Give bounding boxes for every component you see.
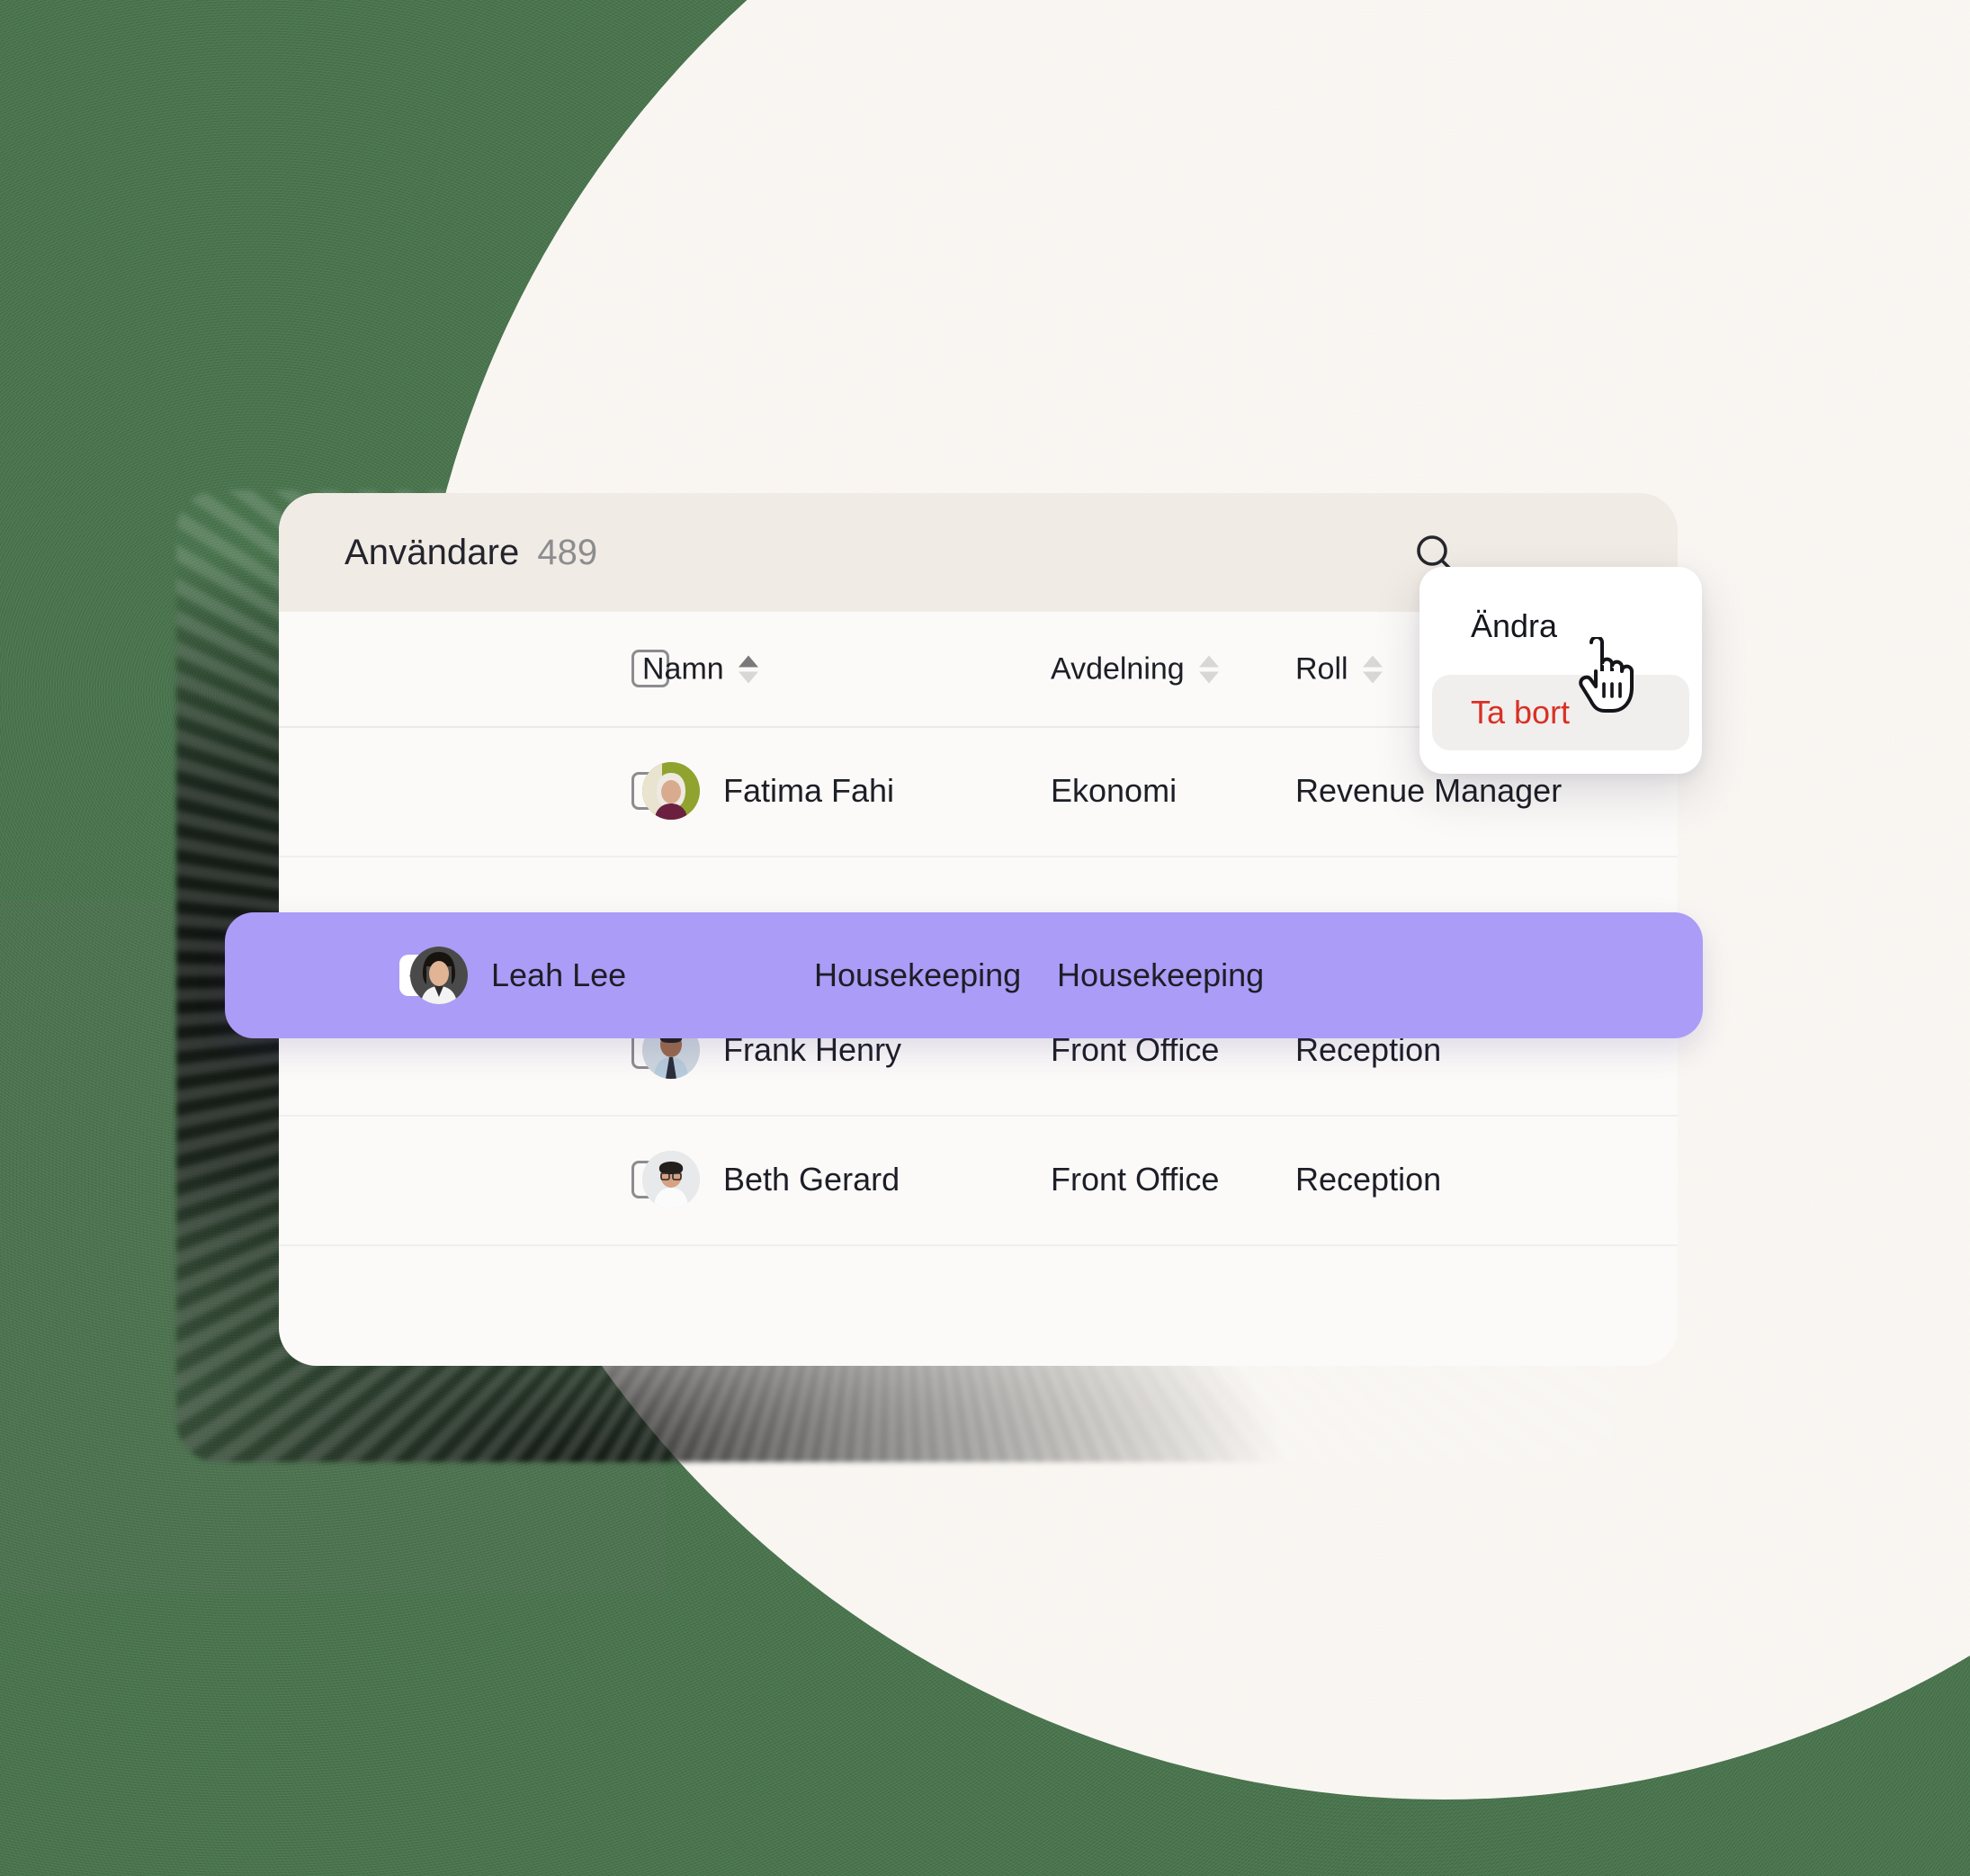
menu-item-delete-label: Ta bort	[1471, 694, 1571, 731]
cell-department: Ekonomi	[1051, 772, 1178, 809]
column-header-avdelning[interactable]: Avdelning	[1051, 651, 1219, 687]
menu-item-edit[interactable]: Ändra	[1419, 590, 1702, 662]
menu-item-delete[interactable]: Ta bort	[1432, 675, 1689, 750]
sort-toggle-roll-icon[interactable]	[1362, 655, 1383, 683]
menu-item-edit-label: Ändra	[1471, 607, 1558, 644]
cell-department: Housekeeping	[814, 956, 1022, 993]
avatar	[410, 947, 468, 1004]
row-context-menu: Ändra Ta bort	[1419, 567, 1702, 774]
sort-toggle-avdelning-icon[interactable]	[1198, 655, 1219, 683]
cell-name-label: Beth Gerard	[723, 1161, 900, 1198]
column-header-roll[interactable]: Roll	[1295, 651, 1383, 687]
cell-name-label: Leah Lee	[491, 956, 627, 993]
pointer-hand-cursor-icon	[1570, 637, 1634, 714]
cell-role: Housekeeping	[1057, 956, 1265, 993]
column-header-namn[interactable]: Namn	[642, 651, 758, 687]
cell-name: Leah Lee	[410, 947, 626, 1004]
cell-role: Reception	[1295, 1161, 1442, 1198]
table-row[interactable]: Beth Gerard Front Office Reception	[279, 1115, 1678, 1246]
cell-department: Front Office	[1051, 1161, 1220, 1198]
sort-toggle-namn-icon[interactable]	[738, 655, 758, 683]
cell-name: Fatima Fahi	[642, 762, 894, 820]
column-header-namn-label: Namn	[642, 651, 724, 686]
avatar	[642, 762, 700, 820]
column-header-avdelning-label: Avdelning	[1051, 651, 1185, 686]
cell-name-label: Fatima Fahi	[723, 772, 895, 809]
avatar	[642, 1151, 700, 1208]
table-row-selected[interactable]: Leah Lee Housekeeping Housekeeping	[225, 912, 1703, 1038]
user-count: 489	[537, 532, 598, 572]
cell-name: Beth Gerard	[642, 1151, 900, 1208]
column-header-roll-label: Roll	[1295, 651, 1348, 686]
page-title: Användare	[345, 532, 520, 572]
cell-role: Revenue Manager	[1295, 772, 1563, 809]
